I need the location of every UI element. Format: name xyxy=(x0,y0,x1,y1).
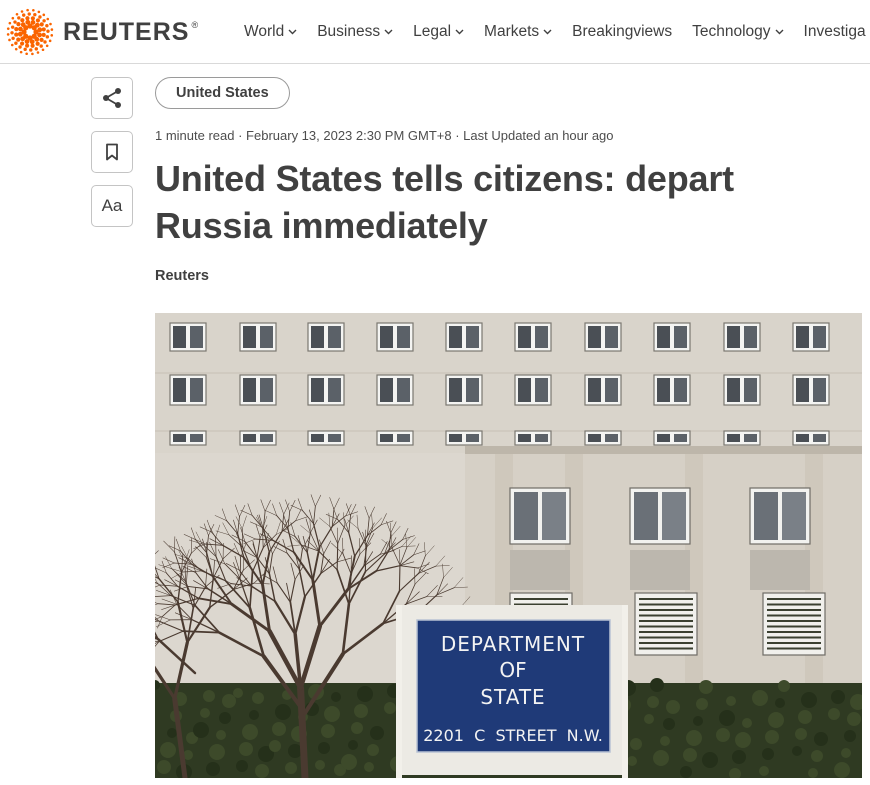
nav-item-label: Legal xyxy=(413,23,452,40)
brand-registered-mark: ® xyxy=(191,19,200,30)
main-nav: World Business Legal Markets Breakingviews Te… xyxy=(244,0,870,63)
share-icon xyxy=(103,88,121,108)
sign-line-of: OF xyxy=(499,658,526,682)
department-of-state-sign: DEPARTMENT OF STATE 2201 C STREET N.W. xyxy=(396,605,628,778)
chevron-down-icon xyxy=(775,29,784,35)
nav-item-technology[interactable]: Technology xyxy=(692,23,784,41)
text-size-label: Aa xyxy=(101,196,123,215)
bookmark-icon xyxy=(106,143,118,161)
chevron-down-icon xyxy=(288,29,297,35)
article-headline: United States tells citizens: depart Rus… xyxy=(155,158,734,246)
article-meta: 1 minute read · February 13, 2023 2:30 P… xyxy=(155,128,614,143)
site-header: REUTERS ® World Business Legal Markets Breaki… xyxy=(0,0,870,64)
topic-tag-united-states[interactable]: United States xyxy=(155,77,290,109)
nav-item-label: World xyxy=(244,23,285,40)
bookmark-button[interactable] xyxy=(91,131,133,173)
sign-line-department: DEPARTMENT xyxy=(441,632,585,656)
reuters-logo[interactable]: REUTERS ® xyxy=(6,8,199,56)
article-byline[interactable]: Reuters xyxy=(155,268,209,284)
nav-item-breakingviews[interactable]: Breakingviews xyxy=(572,23,672,41)
brand-wordmark: REUTERS ® xyxy=(63,18,199,47)
nav-item-world[interactable]: World xyxy=(244,23,297,41)
nav-item-investiga[interactable]: Investiga xyxy=(804,23,866,41)
chevron-down-icon xyxy=(384,29,393,35)
chevron-down-icon xyxy=(543,29,552,35)
nav-item-legal[interactable]: Legal xyxy=(413,23,464,41)
nav-item-markets[interactable]: Markets xyxy=(484,23,552,41)
reuters-logo-icon xyxy=(6,8,54,56)
brand-name: REUTERS xyxy=(63,17,190,46)
nav-item-label: Markets xyxy=(484,23,540,40)
nav-item-label: Business xyxy=(317,23,381,40)
chevron-down-icon xyxy=(455,29,464,35)
share-button[interactable] xyxy=(91,77,133,119)
nav-item-label: Investiga xyxy=(803,23,866,40)
sign-line-address: 2201 C STREET N.W. xyxy=(423,726,603,745)
text-size-button[interactable]: Aa xyxy=(91,185,133,227)
nav-item-label: Technology xyxy=(692,23,771,40)
sign-line-state: STATE xyxy=(480,685,545,709)
nav-item-label: Breakingviews xyxy=(572,23,673,40)
article-hero-photo: DEPARTMENT OF STATE 2201 C STREET N.W. xyxy=(155,313,862,778)
nav-item-business[interactable]: Business xyxy=(317,23,393,41)
